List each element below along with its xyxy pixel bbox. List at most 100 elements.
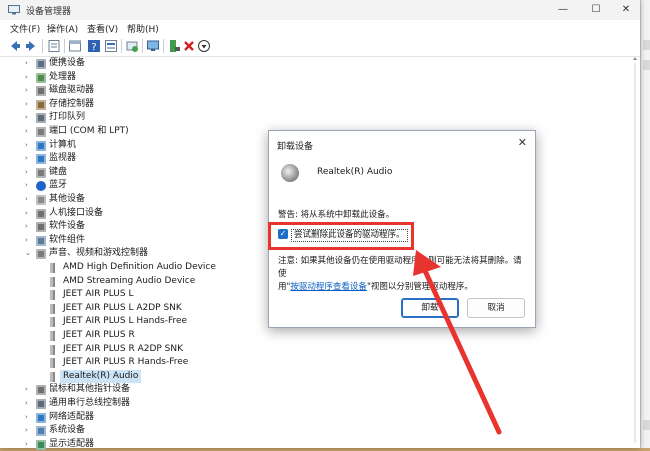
dialog-note-line1: 注意: 如果其他设备仍在使用驱动程序，则可能无法将其删除。请使	[278, 256, 522, 279]
tree-item-label: 键盘	[49, 166, 68, 177]
chevron-right-icon[interactable]: ›	[25, 125, 33, 139]
uninstall-button[interactable]: 卸载	[401, 298, 459, 318]
chevron-right-icon[interactable]: ›	[25, 193, 33, 207]
sound-icon	[36, 249, 46, 260]
chevron-right-icon[interactable]: ›	[25, 152, 33, 166]
tree-item-label: 存储控制器	[49, 98, 95, 109]
help-icon[interactable]: ?	[87, 39, 101, 53]
toolbar: ?	[0, 36, 640, 57]
display-adapter-icon	[36, 439, 46, 450]
dialog-note: 注意: 如果其他设备仍在使用驱动程序，则可能无法将其删除。请使 用"按驱动程序查…	[278, 255, 528, 294]
usb-icon	[36, 399, 46, 409]
toolbar-separator	[42, 39, 43, 53]
port-icon	[36, 127, 46, 137]
uninstall-icon[interactable]	[182, 39, 196, 53]
tree-item-label: 声音、视频和游戏控制器	[49, 248, 149, 259]
forward-icon[interactable]	[24, 39, 38, 53]
chevron-right-icon[interactable]: ›	[25, 234, 33, 248]
menu-bar: 文件(F) 操作(A) 查看(V) 帮助(H)	[0, 20, 640, 36]
mouse-icon	[36, 385, 46, 396]
chevron-right-icon[interactable]: ›	[25, 139, 33, 153]
storage-controller-icon	[36, 99, 46, 110]
background-window-button	[643, 60, 650, 70]
tree-item-label: 监视器	[49, 153, 77, 164]
chevron-right-icon[interactable]: ›	[25, 166, 33, 180]
properties-icon[interactable]	[47, 39, 61, 53]
chevron-right-icon[interactable]: ›	[25, 438, 33, 451]
window-icon[interactable]	[68, 39, 82, 53]
hid-icon	[36, 208, 46, 219]
minimize-button[interactable]: —	[548, 2, 578, 18]
chevron-right-icon[interactable]: ›	[25, 220, 33, 234]
chevron-down-icon[interactable]: ⌄	[25, 247, 33, 261]
computer-icon	[36, 140, 46, 151]
chevron-right-icon[interactable]: ›	[25, 84, 33, 98]
chevron-right-icon[interactable]: ›	[25, 57, 33, 71]
highlight-box	[268, 222, 414, 250]
dialog-note-prefix: 用"	[278, 282, 291, 292]
tree-item-label: 软件组件	[49, 234, 86, 245]
chevron-right-icon[interactable]: ›	[25, 207, 33, 221]
disk-drive-icon	[36, 86, 46, 97]
toolbar-separator	[121, 39, 122, 53]
chevron-right-icon[interactable]: ›	[25, 179, 33, 193]
menu-help[interactable]: 帮助(H)	[127, 22, 159, 35]
chevron-right-icon[interactable]: ›	[25, 98, 33, 112]
chevron-right-icon[interactable]: ›	[25, 111, 33, 125]
audio-device-icon	[50, 358, 60, 369]
tree-item-label: 人机接口设备	[49, 207, 104, 218]
chevron-right-icon[interactable]: ›	[25, 411, 33, 425]
tree-item-label: 网络适配器	[49, 411, 95, 422]
tree-item-label: 处理器	[49, 71, 77, 82]
audio-device-icon	[50, 317, 60, 328]
properties-list-icon[interactable]	[104, 39, 118, 53]
tree-item-label: 系统设备	[49, 425, 86, 436]
menu-file[interactable]: 文件(F)	[10, 22, 40, 35]
keyboard-icon	[36, 167, 46, 178]
tree-item-label: JEET AIR PLUS R	[63, 330, 135, 340]
menu-view[interactable]: 查看(V)	[87, 22, 118, 35]
chevron-right-icon[interactable]: ›	[25, 424, 33, 438]
background-window-button	[643, 40, 650, 50]
tree-item-label: 便携设备	[49, 58, 86, 68]
tree-item-label: JEET AIR PLUS R A2DP SNK	[63, 343, 184, 354]
software-component-icon	[36, 235, 46, 246]
view-devices-by-driver-link[interactable]: 按驱动程序查看设备	[290, 282, 367, 292]
audio-device-icon	[50, 331, 60, 341]
print-queue-icon	[36, 113, 46, 124]
monitor-icon[interactable]	[146, 39, 160, 53]
chevron-right-icon[interactable]: ›	[25, 71, 33, 85]
tree-item-label: AMD High Definition Audio Device	[63, 262, 216, 272]
window-title: 设备管理器	[26, 7, 72, 17]
tree-item-label: JEET AIR PLUS L Hands-Free	[63, 316, 188, 327]
dialog-close-button[interactable]: ✕	[518, 136, 527, 149]
back-icon[interactable]	[8, 39, 22, 53]
speaker-icon	[281, 164, 299, 182]
download-icon[interactable]	[197, 39, 211, 53]
tree-item-label: 计算机	[49, 139, 77, 150]
device-manager-icon	[8, 5, 20, 15]
maximize-button[interactable]: ☐	[581, 2, 611, 18]
scan-icon[interactable]	[125, 39, 139, 53]
cancel-button[interactable]: 取消	[467, 298, 525, 318]
audio-device-icon	[50, 276, 60, 287]
audio-device-icon	[50, 371, 60, 382]
audio-device-icon	[50, 303, 60, 314]
portable-device-icon	[36, 59, 46, 69]
tree-item-label: 显示适配器	[49, 438, 95, 449]
tree-item-label: 端口 (COM 和 LPT)	[49, 126, 129, 136]
update-driver-icon[interactable]	[167, 39, 181, 53]
close-button[interactable]: ✕	[611, 2, 641, 18]
menu-action[interactable]: 操作(A)	[47, 22, 78, 35]
tree-item-label: JEET AIR PLUS L A2DP SNK	[63, 302, 182, 313]
toolbar-separator	[64, 39, 65, 53]
tree-item-label: 通用串行总线控制器	[49, 398, 131, 408]
toolbar-separator	[142, 39, 143, 53]
other-device-icon	[36, 195, 46, 205]
dialog-title: 卸载设备	[277, 142, 314, 152]
chevron-right-icon[interactable]: ›	[25, 397, 33, 411]
system-device-icon	[36, 426, 46, 437]
network-adapter-icon	[36, 412, 46, 423]
chevron-right-icon[interactable]: ›	[25, 383, 33, 397]
vertical-scrollbar[interactable]	[632, 57, 638, 448]
